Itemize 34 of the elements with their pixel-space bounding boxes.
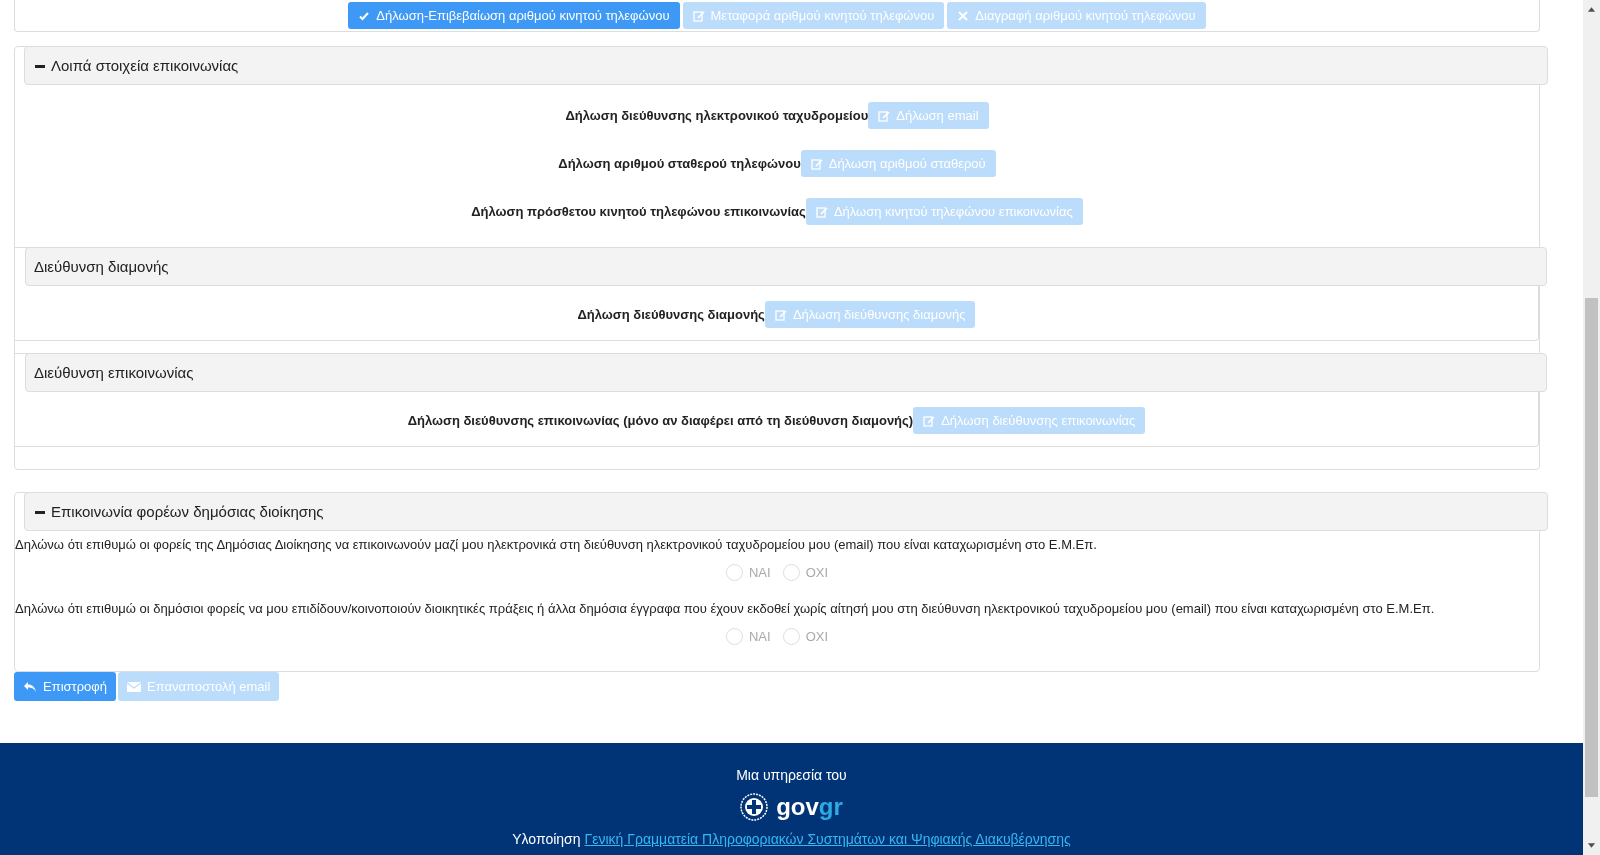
question-text: Δηλώνω ότι επιθυμώ οι φορείς της Δημόσιας Διοίκησης να επικοινωνούν μαζί μου ηλεκτρονικά στη διεύθυνση ηλεκτρονικού ταχυδρομείου μου (email) που είναι καταχωρισμένη στο Ε.Μ.Επ. xyxy=(15,537,1098,554)
panel-title: Επικοινωνία φορέων δημόσιας διοίκησης xyxy=(51,503,324,520)
scroll-up-icon[interactable] xyxy=(1587,6,1596,12)
edit-icon xyxy=(692,9,705,22)
action-button[interactable]: Επιστροφή xyxy=(14,672,116,701)
field-label: Δήλωση πρόσθετου κινητού τηλεφώνου επικοινωνίας xyxy=(471,204,806,219)
panel-title: Διεύθυνση διαμονής xyxy=(34,258,169,275)
edit-icon xyxy=(923,414,936,427)
edit-icon xyxy=(815,205,828,218)
close-icon xyxy=(957,9,970,22)
field-label: Δήλωση διεύθυνσης ηλεκτρονικού ταχυδρομείου xyxy=(565,108,869,123)
panel-title: Λοιπά στοιχεία επικοινωνίας xyxy=(51,57,239,74)
logo-text: gov xyxy=(776,793,819,821)
field-label: Δήλωση αριθμού σταθερού τηλεφώνου xyxy=(558,156,801,171)
panel-header[interactable]: Επικοινωνία φορέων δημόσιας διοίκησης xyxy=(24,492,1548,531)
scroll-down-icon[interactable] xyxy=(1587,843,1596,849)
action-button[interactable]: Δήλωση-Επιβεβαίωση αριθμού κινητού τηλεφώνου xyxy=(348,2,680,29)
panel-title: Διεύθυνση επικοινωνίας xyxy=(34,364,194,381)
field-label: Δήλωση διεύθυνσης επικοινωνίας (μόνο αν διαφέρει από τη διεύθυνση διαμονής) xyxy=(407,413,914,428)
footer-text: Μια υπηρεσία του xyxy=(736,767,847,783)
edit-icon xyxy=(878,109,891,122)
footer-text: Υλοποίηση xyxy=(512,831,581,847)
reply-arrow-icon xyxy=(23,680,37,693)
scrollbar[interactable] xyxy=(1583,0,1600,855)
footer-link[interactable]: Γενική Γραμματεία Πληροφοριακών Συστημάτων και Ψηφιακής Διακυβέρνησης xyxy=(584,831,1071,847)
edit-icon xyxy=(774,308,787,321)
panel-header[interactable]: Λοιπά στοιχεία επικοινωνίας xyxy=(24,46,1548,85)
field-label: Δήλωση διεύθυνσης διαμονής xyxy=(577,307,765,322)
logo-text: gr xyxy=(818,793,843,821)
edit-icon xyxy=(810,157,823,170)
emblem-icon xyxy=(740,793,769,821)
question-text: Δηλώνω ότι επιθυμώ οι δημόσιοι φορείς να μου επιδίδουν/κοινοποιούν διοικητικές πράξεις ή άλλα δημόσια έγγραφα που έχουν εκδοθεί χωρίς αίτησή μου στη διεύθυνση ηλεκτρονικού ταχυδρομείου μου (email) που είναι καταχωρισμένη στο Ε.Μ.Επ. xyxy=(15,601,1436,618)
envelope-icon xyxy=(127,680,141,693)
scroll-thumb[interactable] xyxy=(1585,298,1598,797)
